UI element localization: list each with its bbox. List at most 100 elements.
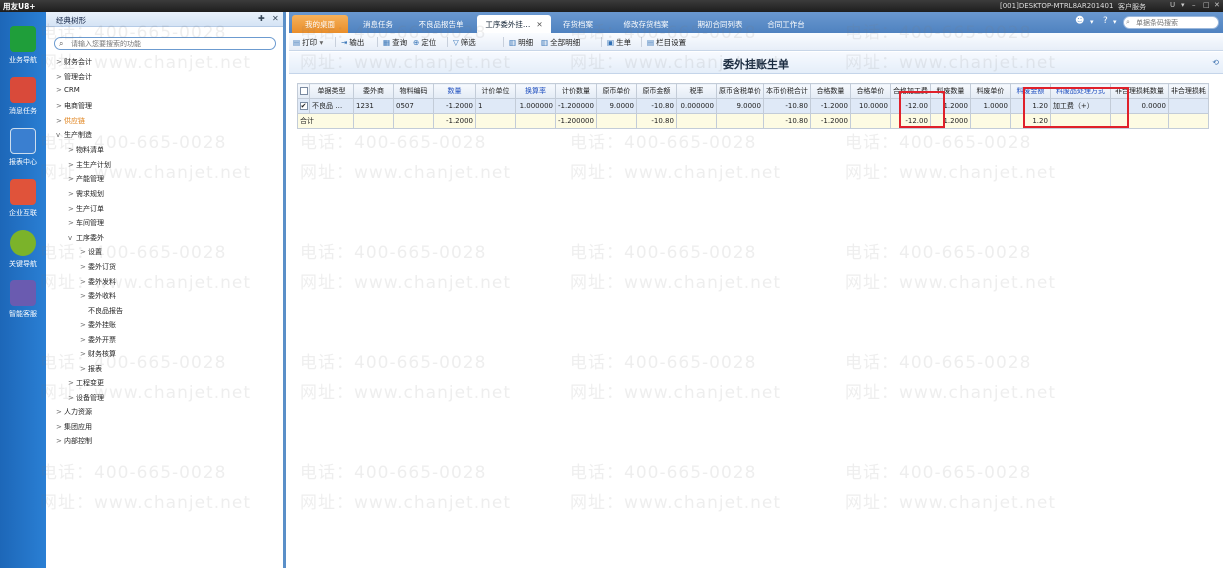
table-cell[interactable]: -1.2000 (809, 98, 851, 114)
chevron-down-icon[interactable]: ▾ (1090, 18, 1094, 26)
maximize-button[interactable]: □ (1203, 1, 1210, 9)
tree-node[interactable]: > 设备管理 (68, 393, 104, 403)
tree-node[interactable]: > 车间管理 (68, 218, 104, 228)
tree-node[interactable]: > 委外订货 (80, 262, 116, 272)
tree-node[interactable]: > 物料清单 (68, 145, 104, 155)
table-cell[interactable]: -10.80 (635, 98, 677, 114)
tree-node[interactable]: > 委外挂账 (80, 320, 116, 330)
column-header[interactable]: 本币价税合计 (762, 83, 811, 99)
column-header[interactable]: 原币含税单价 (715, 83, 764, 99)
tree-node[interactable]: > 生产订单 (68, 204, 104, 214)
column-header[interactable]: 计价数量 (555, 83, 597, 99)
table-cell[interactable]: 0.0000 (1109, 98, 1169, 114)
close-tab-icon[interactable]: ✕ (536, 20, 542, 29)
tab-contract-workbench[interactable]: 合同工作台 (755, 15, 817, 33)
customer-service-link[interactable]: 客户服务 (1118, 2, 1146, 12)
table-row[interactable]: ✔ 不良品 … 1231 0507 -1.2000 1 1.000000 -1.200000 9… (297, 98, 1209, 114)
tree-node[interactable]: > 集团应用 (56, 422, 92, 432)
table-cell[interactable]: 9.0000 (715, 98, 764, 114)
column-header[interactable]: 非合理损耗 (1167, 83, 1209, 99)
tab-outsource-charge[interactable]: 工序委外挂… ✕ (477, 15, 551, 33)
tree-node[interactable]: > 人力资源 (56, 407, 92, 417)
print-button[interactable]: ▤ 打印 ▾ (293, 37, 323, 48)
tree-node[interactable]: > 管理会计 (56, 72, 92, 82)
tree-node[interactable]: > 需求规划 (68, 189, 104, 199)
tree-node[interactable]: > CRM (56, 86, 80, 94)
tree-node[interactable]: > 财务核算 (80, 349, 116, 359)
table-cell[interactable]: 0507 (393, 98, 434, 114)
locate-button[interactable]: ⊕ 定位 (413, 37, 436, 48)
tree-node[interactable]: > 委外收料 (80, 291, 116, 301)
column-header[interactable]: 料废单价 (969, 83, 1011, 99)
column-header[interactable]: 物料编码 (393, 83, 434, 99)
close-window-button[interactable]: ✕ (1214, 1, 1220, 9)
column-header[interactable]: 料废品处理方式 (1049, 83, 1111, 99)
tree-search-box[interactable]: ⌕ (54, 37, 276, 50)
tab-defect-report[interactable]: 不良品报告单 (407, 15, 475, 33)
column-header[interactable]: 委外商 (353, 83, 394, 99)
column-settings-button[interactable]: ▤ 栏目设置 (647, 37, 686, 48)
refresh-icon[interactable]: ⟲ (1212, 58, 1219, 67)
table-cell[interactable]: -12.00 (889, 98, 931, 114)
table-cell[interactable]: 9.0000 (595, 98, 637, 114)
column-header[interactable]: 换算率 (515, 83, 556, 99)
tree-node[interactable]: > 设置 (80, 247, 102, 257)
checkbox[interactable] (299, 87, 308, 95)
table-cell[interactable]: -10.80 (762, 98, 811, 114)
tree-node[interactable]: v 生产制造 (56, 130, 92, 140)
detail-button[interactable]: ▥ 明细 (509, 37, 533, 48)
table-cell[interactable]: 0.000000 (675, 98, 717, 114)
tab-my-desktop[interactable]: 我的桌面 (292, 15, 348, 33)
tree-node[interactable]: > 报表 (80, 364, 102, 374)
more-dropdown-icon[interactable]: ▾ (1181, 1, 1185, 9)
pin-icon[interactable]: ✚ (258, 14, 265, 23)
tree-node[interactable]: > 财务会计 (56, 57, 92, 67)
column-header[interactable]: 原币单价 (595, 83, 637, 99)
tree-node[interactable]: > 供应链 (56, 116, 85, 126)
tree-node[interactable]: v 工序委外 (68, 233, 104, 243)
table-cell[interactable]: 1.000000 (515, 98, 556, 114)
nav-business[interactable]: 业务导航 (0, 26, 46, 65)
row-checkbox[interactable]: ✔ (299, 102, 308, 110)
table-cell[interactable]: 加工费（+） (1049, 98, 1111, 114)
column-header[interactable]: 数量 (433, 83, 476, 99)
nav-message-task[interactable]: 消息任务 (0, 77, 46, 116)
table-cell[interactable]: 不良品 … (309, 98, 354, 114)
column-header[interactable]: 合格单价 (849, 83, 891, 99)
column-header[interactable]: 料废金额 (1009, 83, 1051, 99)
column-header[interactable]: 计价单位 (475, 83, 516, 99)
nav-key-nav[interactable]: 关键导航 (0, 230, 46, 269)
column-header[interactable]: 单据类型 (309, 83, 354, 99)
table-cell[interactable]: 1.0000 (969, 98, 1011, 114)
chevron-down-icon[interactable]: ▾ (1113, 18, 1117, 26)
nav-smart-service[interactable]: 智能客服 (0, 280, 46, 319)
tree-node[interactable]: > 主生产计划 (68, 160, 111, 170)
filter-button[interactable]: ▽ 筛选 (453, 37, 476, 48)
tab-message-task[interactable]: 消息任务 (349, 15, 407, 33)
table-cell[interactable]: 1231 (353, 98, 394, 114)
generate-button[interactable]: ▣ 生单 (607, 37, 631, 48)
table-cell[interactable]: 1.2000 (929, 98, 971, 114)
tab-contract-list[interactable]: 期初合同列表 (685, 15, 755, 33)
tree-node[interactable]: 不良品报告 (80, 306, 123, 316)
user-icon[interactable]: ☻ (1075, 16, 1084, 26)
column-header[interactable]: 合格加工费 (889, 83, 931, 99)
column-header[interactable]: 税率 (675, 83, 717, 99)
column-header[interactable]: 合格数量 (809, 83, 851, 99)
tree-node[interactable]: > 工程变更 (68, 378, 104, 388)
help-u-button[interactable]: U (1170, 1, 1175, 9)
column-header[interactable]: 原币金额 (635, 83, 677, 99)
minimize-button[interactable]: – (1192, 1, 1196, 9)
table-cell[interactable]: 1.20 (1009, 98, 1051, 114)
table-cell[interactable]: 1 (475, 98, 516, 114)
column-header[interactable]: 非合理损耗数量 (1109, 83, 1169, 99)
nav-report-center[interactable]: 报表中心 (0, 128, 46, 167)
tree-node[interactable]: > 委外开票 (80, 335, 116, 345)
column-header[interactable]: 料废数量 (929, 83, 971, 99)
tab-inventory-archive[interactable]: 存货档案 (551, 15, 605, 33)
barcode-search-box[interactable]: ⌕ (1123, 16, 1219, 29)
nav-enterprise-link[interactable]: 企业互联 (0, 179, 46, 218)
tree-search-input[interactable] (71, 39, 271, 49)
query-button[interactable]: ▦ 查询 (383, 37, 407, 48)
barcode-search-input[interactable] (1136, 18, 1216, 28)
